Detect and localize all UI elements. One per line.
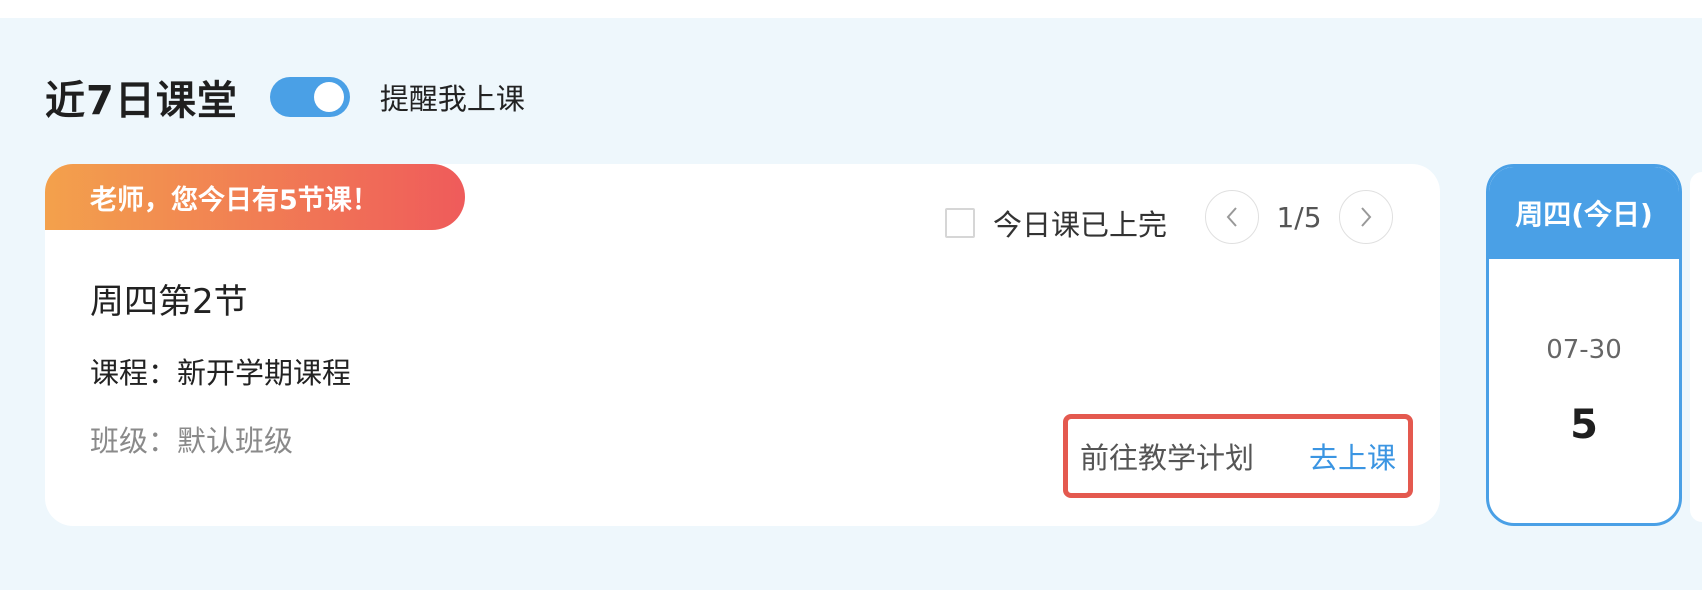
done-checkbox[interactable] xyxy=(945,208,975,238)
section-header: 近7日课堂 提醒我上课 xyxy=(45,62,525,132)
lesson-course: 课程：新开学期课程 xyxy=(90,356,352,390)
toggle-knob xyxy=(313,82,344,112)
chevron-left-icon xyxy=(1226,207,1237,227)
lesson-class: 班级：默认班级 xyxy=(90,424,294,458)
section-title: 近7日课堂 xyxy=(45,78,238,124)
reminder-toggle[interactable] xyxy=(269,77,350,117)
start-class-link[interactable]: 去上课 xyxy=(1309,435,1396,477)
day-card-weekday: 周四(今日) xyxy=(1489,167,1679,259)
lesson-title: 周四第2节 xyxy=(90,282,248,322)
next-lesson-button[interactable] xyxy=(1339,190,1393,244)
today-lesson-banner: 老师，您今日有5节课！ xyxy=(45,164,465,230)
teaching-plan-link[interactable]: 前往教学计划 xyxy=(1080,435,1254,477)
prev-lesson-button[interactable] xyxy=(1205,190,1259,244)
chevron-right-icon xyxy=(1361,207,1372,227)
day-card-count: 5 xyxy=(1570,402,1598,448)
top-strip xyxy=(0,0,1702,18)
done-label: 今日课已上完 xyxy=(993,208,1168,242)
pager-indicator: 1/5 xyxy=(1276,200,1322,234)
today-lesson-card: 老师，您今日有5节课！ 今日课已上完 1/5 周四第2节 课程：新开学期课程 班… xyxy=(45,164,1440,526)
lesson-actions: 前往教学计划 去上课 xyxy=(1063,414,1413,498)
next-day-card-edge[interactable] xyxy=(1690,172,1702,522)
day-card-today[interactable]: 周四(今日) 07-30 5 xyxy=(1486,164,1682,526)
day-card-date: 07-30 xyxy=(1546,335,1622,365)
reminder-label: 提醒我上课 xyxy=(379,82,525,116)
done-checkbox-group[interactable]: 今日课已上完 xyxy=(945,198,1167,248)
lesson-pager: 1/5 xyxy=(1205,188,1393,246)
